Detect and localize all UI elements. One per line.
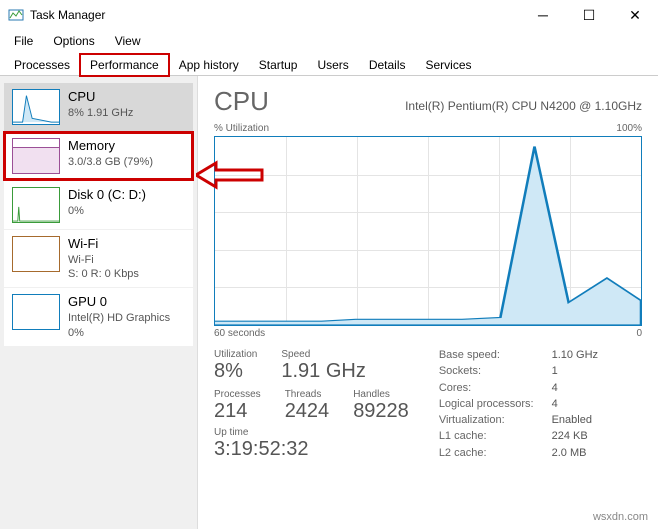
wifi-sub1: Wi-Fi <box>68 253 139 267</box>
cpu-info-grid: Base speed: 1.10 GHz Sockets: 1 Cores: 4 Lo… <box>439 349 598 461</box>
processes-label: Processes <box>214 389 261 400</box>
chart-x-right: 0 <box>636 328 642 339</box>
memory-thumb <box>12 138 60 174</box>
chart-x-left: 60 seconds <box>214 328 265 339</box>
content: CPU 8% 1.91 GHz Memory 3.0/3.8 GB (79%) … <box>0 76 658 529</box>
l2-k: L2 cache: <box>439 447 534 461</box>
wifi-title: Wi-Fi <box>68 236 139 253</box>
annotation-arrow-icon <box>196 160 266 193</box>
base-speed-k: Base speed: <box>439 349 534 363</box>
threads-value: 2424 <box>285 400 330 423</box>
tab-bar: Processes Performance App history Startu… <box>0 52 658 76</box>
disk-sub: 0% <box>68 204 146 218</box>
handles-label: Handles <box>353 389 409 400</box>
l2-v: 2.0 MB <box>552 447 598 461</box>
wifi-sub2: S: 0 R: 0 Kbps <box>68 267 139 281</box>
cpu-thumb <box>12 89 60 125</box>
tab-performance[interactable]: Performance <box>80 54 169 76</box>
virt-k: Virtualization: <box>439 414 534 428</box>
handles-value: 89228 <box>353 400 409 423</box>
memory-title: Memory <box>68 138 153 155</box>
menu-options[interactable]: Options <box>43 32 104 50</box>
uptime-value: 3:19:52:32 <box>214 438 409 461</box>
cpu-sub: 8% 1.91 GHz <box>68 106 133 120</box>
disk-thumb <box>12 187 60 223</box>
app-icon <box>8 7 24 23</box>
sidebar-item-gpu[interactable]: GPU 0 Intel(R) HD Graphics 0% <box>4 288 193 345</box>
chart-y-label: % Utilization <box>214 123 269 134</box>
tab-users[interactable]: Users <box>307 54 358 75</box>
cpu-model: Intel(R) Pentium(R) CPU N4200 @ 1.10GHz <box>289 99 642 113</box>
l1-k: L1 cache: <box>439 430 534 444</box>
tab-app-history[interactable]: App history <box>169 54 249 75</box>
uptime-label: Up time <box>214 427 409 438</box>
menu-file[interactable]: File <box>4 32 43 50</box>
l1-v: 224 KB <box>552 430 598 444</box>
base-speed-v: 1.10 GHz <box>552 349 598 363</box>
tab-startup[interactable]: Startup <box>249 54 308 75</box>
wifi-thumb <box>12 236 60 272</box>
disk-title: Disk 0 (C: D:) <box>68 187 146 204</box>
main-panel: CPU Intel(R) Pentium(R) CPU N4200 @ 1.10… <box>198 76 658 529</box>
memory-sub: 3.0/3.8 GB (79%) <box>68 155 153 169</box>
cores-k: Cores: <box>439 382 534 396</box>
cores-v: 4 <box>552 382 598 396</box>
sidebar-item-wifi[interactable]: Wi-Fi Wi-Fi S: 0 R: 0 Kbps <box>4 230 193 287</box>
chart-line <box>215 137 641 325</box>
tab-services[interactable]: Services <box>416 54 482 75</box>
sidebar-item-disk[interactable]: Disk 0 (C: D:) 0% <box>4 181 193 229</box>
titlebar: Task Manager ─ ☐ ✕ <box>0 0 658 30</box>
sidebar-item-cpu[interactable]: CPU 8% 1.91 GHz <box>4 83 193 131</box>
gpu-thumb <box>12 294 60 330</box>
sockets-v: 1 <box>552 365 598 379</box>
gpu-title: GPU 0 <box>68 294 170 311</box>
threads-label: Threads <box>285 389 330 400</box>
gpu-sub2: 0% <box>68 326 170 340</box>
virt-v: Enabled <box>552 414 598 428</box>
chart-y-max: 100% <box>616 123 642 134</box>
tab-processes[interactable]: Processes <box>4 54 80 75</box>
gpu-sub1: Intel(R) HD Graphics <box>68 311 170 325</box>
minimize-button[interactable]: ─ <box>520 0 566 30</box>
page-title: CPU <box>214 86 269 117</box>
menu-view[interactable]: View <box>105 32 151 50</box>
speed-label: Speed <box>281 349 365 360</box>
logical-v: 4 <box>552 398 598 412</box>
sidebar-item-memory[interactable]: Memory 3.0/3.8 GB (79%) <box>4 132 193 180</box>
utilization-chart <box>214 136 642 326</box>
cpu-title: CPU <box>68 89 133 106</box>
sockets-k: Sockets: <box>439 365 534 379</box>
tab-details[interactable]: Details <box>359 54 416 75</box>
logical-k: Logical processors: <box>439 398 534 412</box>
speed-value: 1.91 GHz <box>281 360 365 383</box>
utilization-label: Utilization <box>214 349 257 360</box>
utilization-value: 8% <box>214 360 257 383</box>
sidebar: CPU 8% 1.91 GHz Memory 3.0/3.8 GB (79%) … <box>0 76 198 529</box>
close-button[interactable]: ✕ <box>612 0 658 30</box>
menubar: File Options View <box>0 30 658 52</box>
maximize-button[interactable]: ☐ <box>566 0 612 30</box>
processes-value: 214 <box>214 400 261 423</box>
watermark: wsxdn.com <box>593 511 648 523</box>
